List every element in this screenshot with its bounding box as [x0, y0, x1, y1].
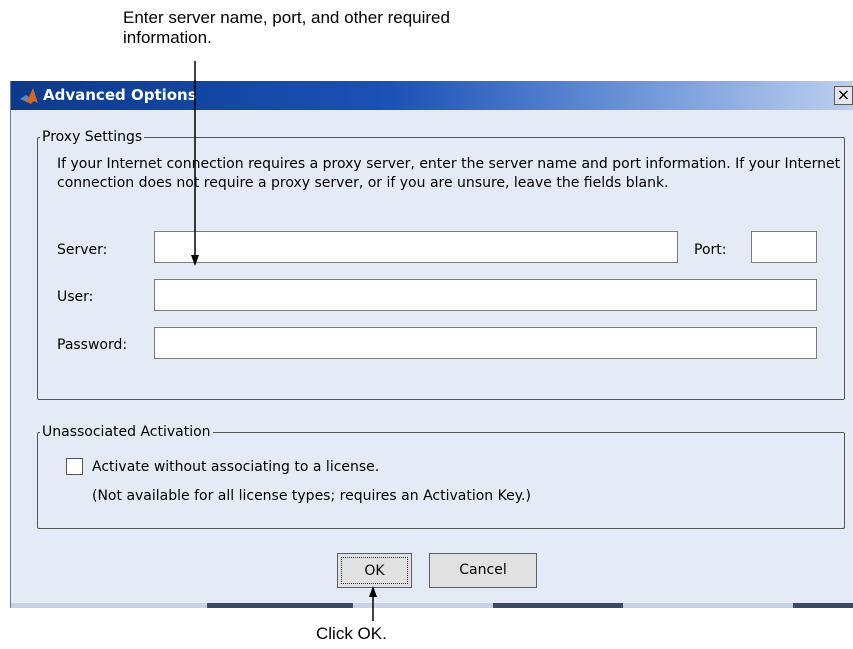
user-input[interactable]	[154, 279, 817, 311]
server-label: Server:	[57, 242, 108, 258]
unassociated-activation-legend: Unassociated Activation	[40, 423, 213, 441]
proxy-settings-group: Proxy Settings If your Internet connecti…	[37, 128, 845, 400]
title-bar[interactable]: Advanced Options ×	[11, 81, 853, 110]
proxy-settings-legend: Proxy Settings	[40, 128, 145, 146]
password-label: Password:	[57, 337, 128, 353]
cancel-button[interactable]: Cancel	[429, 553, 537, 588]
unassociated-activation-group: Unassociated Activation Activate without…	[37, 423, 845, 529]
callout-enter-server-info: Enter server name, port, and other requi…	[123, 8, 450, 47]
matlab-logo-icon	[20, 88, 38, 104]
activation-key-note: (Not available for all license types; re…	[92, 488, 531, 504]
activate-without-license-checkbox[interactable]	[66, 458, 83, 475]
port-input[interactable]	[751, 231, 817, 263]
ok-button[interactable]: OK	[337, 553, 412, 588]
window-title: Advanced Options	[43, 86, 197, 104]
close-icon: ×	[836, 85, 851, 104]
close-button[interactable]: ×	[834, 86, 853, 105]
advanced-options-dialog: Advanced Options × Proxy Settings If you…	[10, 81, 853, 608]
user-label: User:	[57, 289, 94, 305]
server-input[interactable]	[154, 231, 678, 263]
taskbar-edge	[11, 603, 853, 608]
password-input[interactable]	[154, 327, 817, 359]
ok-button-label: OK	[341, 557, 408, 584]
activate-without-license-label[interactable]: Activate without associating to a licens…	[92, 458, 379, 476]
port-label: Port:	[694, 242, 727, 258]
callout-click-ok: Click OK.	[316, 624, 387, 643]
proxy-description: If your Internet connection requires a p…	[57, 156, 841, 191]
